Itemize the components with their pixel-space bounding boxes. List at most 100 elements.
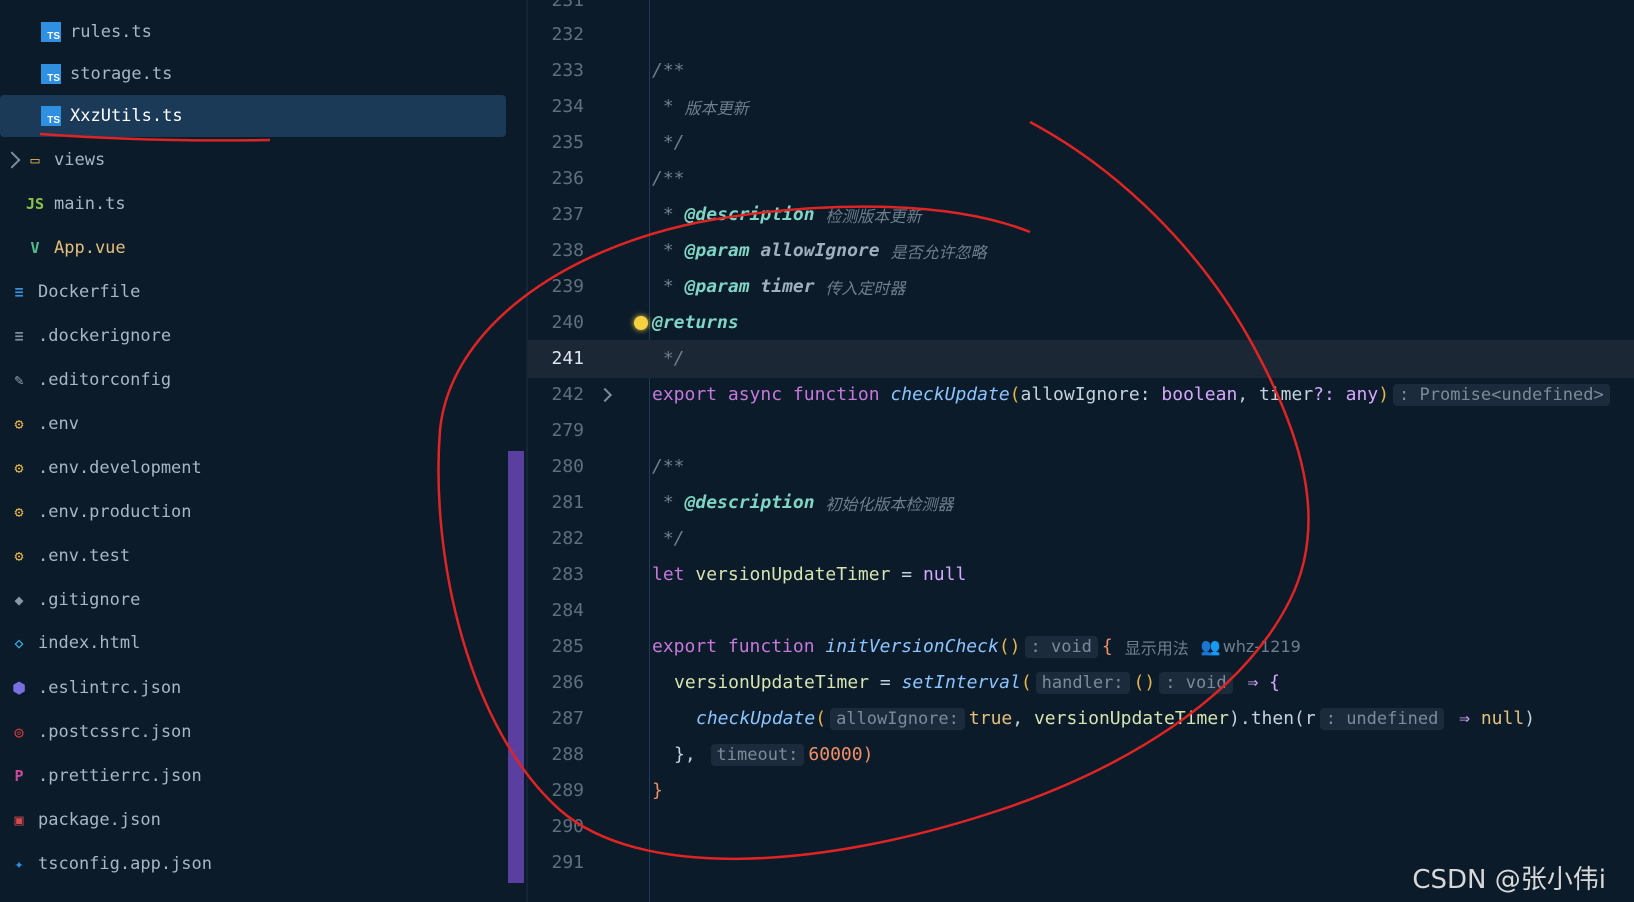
tree-item[interactable]: ⚙ .env	[0, 403, 520, 445]
code-line[interactable]: 284	[528, 592, 1634, 630]
tree-item[interactable]: ▭ views	[0, 139, 520, 181]
tree-item-label: storage.ts	[70, 64, 173, 84]
expand-chevron-icon[interactable]	[3, 151, 21, 169]
tree-item[interactable]: TS XxzUtils.ts	[0, 95, 520, 137]
punct: :	[1139, 384, 1162, 406]
code-line[interactable]: 235 */	[528, 124, 1634, 162]
tree-item-label: package.json	[38, 810, 161, 830]
jsdoc-tag: @description	[684, 492, 815, 514]
code-line[interactable]: 287 checkUpdate(allowIgnore: true, versio…	[528, 700, 1634, 738]
comment-star: *	[652, 276, 685, 298]
code-line[interactable]: 286 versionUpdateTimer = setInterval(han…	[528, 664, 1634, 702]
code-line[interactable]: 285 export function initVersionCheck(): …	[528, 628, 1634, 666]
paren: (	[1009, 384, 1021, 406]
tree-item[interactable]: ✦ tsconfig.app.json	[0, 843, 520, 885]
tree-item-label: .dockerignore	[38, 326, 172, 346]
function-name: checkUpdate	[890, 384, 1010, 406]
lightbulb-icon[interactable]	[634, 315, 648, 330]
show-usages-link[interactable]: 显示用法	[1125, 635, 1189, 659]
param-name: timer	[1258, 384, 1314, 406]
docker-icon: ≡	[14, 283, 24, 301]
comment-open: /**	[652, 168, 685, 190]
code-line[interactable]: 232	[528, 16, 1634, 54]
watermark: CSDN @张小伟i	[1412, 865, 1606, 895]
code-line[interactable]: 281 * @description 初始化版本检测器	[528, 484, 1634, 522]
line-number: 238	[551, 240, 584, 262]
jsdoc-tag: @param	[684, 276, 750, 298]
code-line[interactable]: 242 export async function checkUpdate(al…	[528, 376, 1634, 414]
fold-chevron-icon[interactable]	[597, 387, 613, 402]
tree-item[interactable]: ≡ Dockerfile	[0, 271, 520, 313]
type-name: any	[1345, 384, 1379, 406]
comment-text: 检测版本更新	[825, 206, 922, 226]
tree-item[interactable]: ≡ .dockerignore	[0, 315, 520, 357]
tree-item-label: Dockerfile	[38, 282, 141, 302]
sidebar-scrollbar[interactable]	[508, 451, 524, 883]
comment-open: /**	[652, 456, 685, 478]
code-line[interactable]: 237 * @description 检测版本更新	[528, 196, 1634, 234]
tree-item[interactable]: ▣ package.json	[0, 799, 520, 841]
jsdoc-param: timer	[760, 276, 815, 298]
tree-item[interactable]: ⬢ .eslintrc.json	[0, 667, 520, 709]
line-number: 279	[551, 420, 584, 442]
tree-item[interactable]: ◇ index.html	[0, 622, 520, 664]
code-line[interactable]: 236 /**	[528, 160, 1634, 198]
tree-item[interactable]: ◆ .gitignore	[0, 579, 520, 621]
arrow: ⇒ {	[1247, 672, 1281, 694]
tree-item[interactable]: JS main.ts	[0, 183, 520, 225]
keyword: function	[727, 636, 815, 658]
variable-name: versionUpdateTimer	[695, 564, 891, 586]
line-number: 287	[551, 708, 584, 730]
code-line[interactable]: 239 * @param timer 传入定时器	[528, 268, 1634, 306]
line-number: 240	[551, 312, 584, 334]
tree-item[interactable]: TS rules.ts	[0, 11, 520, 53]
comment-star: *	[652, 240, 685, 262]
code-line[interactable]: 288 }, timeout: 60000)	[528, 736, 1634, 774]
jsdoc-param: allowIgnore	[760, 240, 880, 262]
code-line[interactable]: 279	[528, 412, 1634, 450]
code-line[interactable]: 238 * @param allowIgnore 是否允许忽略	[528, 232, 1634, 270]
tree-item[interactable]: ✎ .editorconfig	[0, 359, 520, 401]
comment-text: 是否允许忽略	[890, 242, 987, 262]
html-file-icon: ◇	[14, 634, 24, 652]
brace: },	[674, 744, 696, 766]
code-line[interactable]: 290	[528, 808, 1634, 846]
jsdoc-tag: @param	[684, 240, 750, 262]
paren: (	[1020, 672, 1032, 694]
tree-item[interactable]: ◎ .postcssrc.json	[0, 711, 520, 753]
punct: ?:	[1313, 384, 1346, 406]
code-line[interactable]: 289 }	[528, 772, 1634, 810]
code-line-current[interactable]: 241 */	[528, 340, 1634, 378]
tree-item[interactable]: ⚙ .env.production	[0, 491, 520, 533]
line-number: 239	[551, 276, 584, 298]
code-line[interactable]: 240 @returns	[528, 304, 1634, 342]
comment-close: */	[652, 348, 685, 370]
punct: =	[890, 564, 923, 586]
code-author[interactable]: whz-1219	[1223, 637, 1301, 656]
tree-item[interactable]: ⚙ .env.test	[0, 535, 520, 577]
tree-item[interactable]: V App.vue	[0, 227, 520, 269]
line-number: 232	[551, 24, 584, 46]
code-line[interactable]: 280 /**	[528, 448, 1634, 486]
prettier-icon: P	[14, 767, 24, 785]
brace: }	[652, 780, 663, 802]
keyword: export	[652, 636, 718, 658]
tree-item[interactable]: TS storage.ts	[0, 53, 520, 95]
paren: )	[1378, 384, 1390, 406]
npm-package-icon: ▣	[14, 811, 24, 829]
line-number: 289	[551, 780, 584, 802]
tree-item[interactable]: P .prettierrc.json	[0, 755, 520, 797]
tree-item-label: .eslintrc.json	[38, 678, 182, 698]
code-line[interactable]: 283 let versionUpdateTimer = null	[528, 556, 1634, 594]
tree-item-label: .gitignore	[38, 590, 141, 610]
code-line[interactable]: 282 */	[528, 520, 1634, 558]
line-number: 234	[551, 96, 584, 118]
comment-star: *	[652, 492, 685, 514]
line-number: 286	[551, 672, 584, 694]
code-line[interactable]: 234 * 版本更新	[528, 88, 1634, 126]
env-settings-icon: ⚙	[14, 459, 24, 477]
code-line[interactable]: 233 /**	[528, 52, 1634, 90]
tree-item[interactable]: ⚙ .env.development	[0, 447, 520, 489]
env-settings-icon: ⚙	[14, 503, 24, 521]
variable-name: versionUpdateTimer	[674, 672, 870, 694]
